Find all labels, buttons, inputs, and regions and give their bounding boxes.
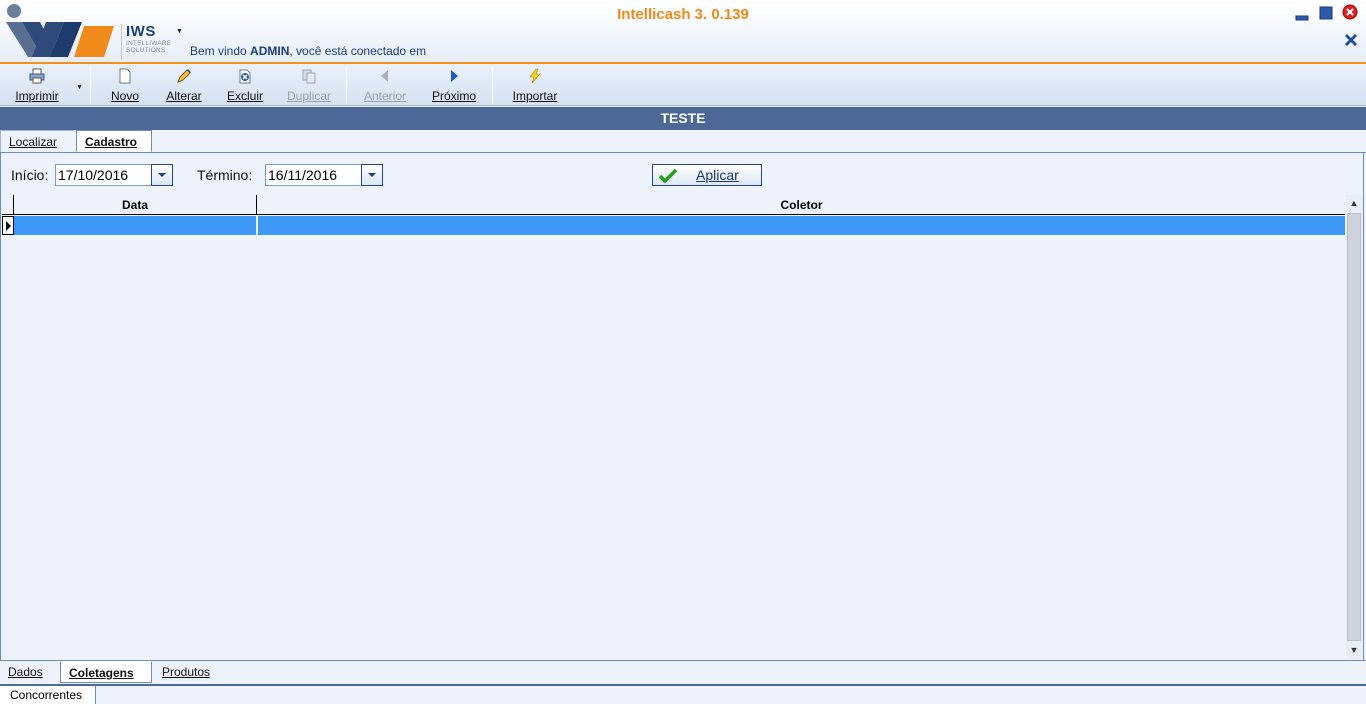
vertical-scrollbar[interactable]: ▲ ▼ [1346,195,1362,659]
delete-icon [239,69,251,84]
brand-text: IWS INTELLIWARE SOLUTIONS [121,24,171,60]
lightning-icon [529,68,541,84]
close-icon[interactable] [1342,4,1358,20]
scroll-down-icon[interactable]: ▼ [1346,642,1362,659]
importar-button[interactable]: Importar [506,64,564,106]
tab-cadastro[interactable]: Cadastro [76,130,152,152]
inicio-dropdown-button[interactable] [151,164,173,186]
new-document-icon [119,68,131,84]
imprimir-button[interactable]: Imprimir [8,64,66,106]
toolbar: Imprimir ▼ Novo Alterar Excluir Duplicar [0,64,1366,106]
proximo-button[interactable]: Próximo [428,64,480,106]
minimize-icon[interactable] [1294,6,1310,22]
iws-logo [6,4,114,57]
table-row[interactable] [2,216,1345,235]
importar-label: Importar [512,89,558,103]
app-title: Intellicash 3. 0.139 [617,6,749,23]
aplicar-label: Aplicar [696,167,739,183]
novo-button[interactable]: Novo [104,64,146,106]
tab-coletagens-label: Coletagens [69,666,134,680]
edit-pencil-icon [177,69,191,83]
novo-label: Novo [110,89,139,103]
tab-localizar-label: Localizar [9,135,58,149]
welcome-prefix: Bem vindo [190,44,251,58]
imprimir-label: Imprimir [15,89,59,103]
title-bar: IWS INTELLIWARE SOLUTIONS ▼ Bem vindo AD… [0,0,1366,64]
grid-header: Data Coletor [2,195,1345,215]
anterior-button[interactable]: Anterior [358,64,412,106]
section-title: TESTE [0,107,1366,130]
duplicar-button[interactable]: Duplicar [282,64,336,106]
tab-produtos-label: Produtos [162,665,211,679]
imprimir-dropdown-icon[interactable]: ▼ [76,84,83,91]
tab-dados-label: Dados [8,665,43,679]
tab-produtos[interactable]: Produtos [154,661,234,683]
tab-localizar[interactable]: Localizar [0,130,74,152]
chevron-down-icon [368,173,376,177]
row-pointer-icon [6,221,11,231]
cell-coletor[interactable] [258,216,1345,235]
aplicar-button[interactable]: Aplicar [652,164,762,186]
chevron-down-icon [158,173,166,177]
inicio-date-field[interactable]: 17/10/2016 [55,164,152,186]
duplicar-label: Duplicar [286,89,331,103]
maximize-icon[interactable] [1318,5,1334,21]
tabs-bottom: Dados Coletagens Produtos [0,660,1366,684]
brand-sub-1: INTELLIWARE [126,40,172,47]
row-indicator [2,216,14,235]
arrow-right-icon [451,70,458,82]
termino-label: Término: [197,167,253,183]
termino-dropdown-button[interactable] [361,164,383,186]
toolbar-separator [346,66,347,104]
welcome-user: ADMIN [250,44,290,58]
alterar-label: Alterar [166,89,202,103]
grid-header-indicator [2,195,14,215]
brand-name: IWS [126,23,156,40]
alterar-button[interactable]: Alterar [160,64,208,106]
termino-date-field[interactable]: 16/11/2016 [265,164,362,186]
scroll-thumb[interactable] [1347,213,1361,641]
cell-data[interactable] [14,216,257,235]
tab-dados[interactable]: Dados [0,661,60,683]
brand-dropdown-icon[interactable]: ▼ [176,28,183,35]
duplicate-icon [302,69,316,84]
toolbar-separator [492,66,493,104]
toolbar-separator [90,66,91,104]
close-form-icon[interactable] [1343,32,1359,48]
welcome-suffix: , você está conectado em [289,44,427,58]
tab-concorrentes[interactable]: Concorrentes [0,686,96,704]
tabs-top: Localizar Cadastro [0,130,1366,153]
tab-cadastro-label: Cadastro [85,135,138,149]
tab-coletagens[interactable]: Coletagens [60,661,152,683]
checkmark-icon [659,168,677,184]
proximo-label: Próximo [431,89,476,103]
tabs-bottom-secondary: Concorrentes [0,684,1366,704]
anterior-label: Anterior [363,89,407,103]
excluir-label: Excluir [226,89,263,103]
column-header-data[interactable]: Data [14,195,257,215]
brand-sub-2: SOLUTIONS [126,47,166,54]
coletagens-grid: Data Coletor ▲ ▼ [2,195,1362,659]
column-header-coletor[interactable]: Coletor [258,195,1345,215]
printer-icon [29,68,45,84]
welcome-text: Bem vindo ADMIN, você está conectado em [190,44,426,58]
arrow-left-icon [381,70,388,82]
scroll-up-icon[interactable]: ▲ [1346,195,1362,212]
excluir-button[interactable]: Excluir [222,64,268,106]
inicio-label: Início: [11,167,49,183]
